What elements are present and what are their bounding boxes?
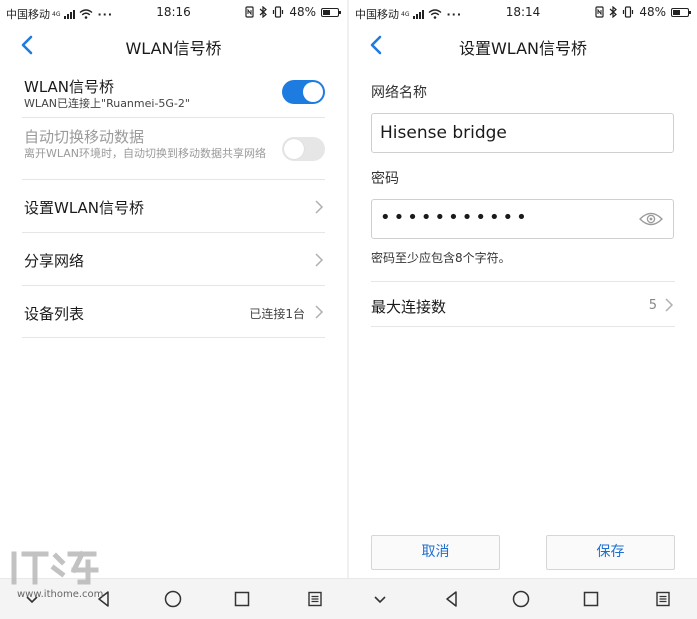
password-value: •••••••••••	[380, 207, 530, 228]
network-name-label: 网络名称	[371, 85, 427, 101]
device-list-row[interactable]: 设备列表 已连接1台	[22, 286, 325, 338]
wlan-bridge-switch[interactable]	[282, 80, 325, 104]
eye-icon[interactable]	[639, 211, 663, 227]
row-sublabel: 离开WLAN环境时，自动切换到移动数据共享网络	[24, 147, 267, 160]
wlan-bridge-toggle-row[interactable]: WLAN信号桥 WLAN已连接上"Ruanmei-5G-2"	[22, 72, 325, 118]
nav-down-icon[interactable]	[370, 589, 390, 609]
row-sublabel: WLAN已连接上"Ruanmei-5G-2"	[24, 97, 190, 110]
password-hint: 密码至少应包含8个字符。	[371, 251, 511, 265]
max-connections-value: 5	[648, 298, 657, 313]
status-right: 48%	[595, 5, 691, 19]
page-title: 设置WLAN信号桥	[458, 39, 588, 58]
battery-fill	[323, 9, 330, 15]
row-label: 分享网络	[24, 252, 85, 270]
switch-knob	[303, 82, 323, 102]
battery-percent: 48%	[639, 5, 666, 19]
bluetooth-icon	[609, 6, 618, 18]
row-label: 自动切换移动数据	[24, 128, 145, 146]
wlan-bridge-screen: 中国移动 4G ··· 18:16 48% WLAN信号桥 WLAN信号桥 WL…	[0, 0, 347, 578]
setup-wlan-bridge-screen: 中国移动 4G ··· 18:14 48% 设置WLAN信号桥 网络名称 His…	[349, 0, 697, 578]
battery-icon	[671, 7, 691, 17]
network-name-field[interactable]: Hisense bridge	[371, 113, 674, 153]
save-button[interactable]: 保存	[546, 535, 675, 570]
setup-wlan-bridge-row[interactable]: 设置WLAN信号桥	[22, 180, 325, 233]
nav-menu-icon[interactable]	[653, 589, 673, 609]
battery-percent: 48%	[289, 5, 316, 19]
auto-switch-switch	[282, 137, 325, 161]
chevron-right-icon	[315, 200, 324, 214]
bluetooth-icon	[259, 6, 268, 18]
cancel-button[interactable]: 取消	[371, 535, 500, 570]
nfc-icon	[245, 6, 254, 18]
nfc-icon	[595, 6, 604, 18]
share-network-row[interactable]: 分享网络	[22, 233, 325, 286]
status-bar: 中国移动 4G ··· 18:16 48%	[0, 0, 347, 26]
auto-switch-mobile-data-row: 自动切换移动数据 离开WLAN环境时，自动切换到移动数据共享网络	[22, 118, 325, 180]
row-label: WLAN信号桥	[24, 78, 115, 96]
status-bar: 中国移动 4G ··· 18:14 48%	[349, 0, 697, 26]
network-name-value: Hisense bridge	[380, 123, 507, 143]
ithome-watermark-logo	[11, 550, 99, 585]
vibrate-icon	[273, 6, 284, 18]
max-connections-label: 最大连接数	[371, 298, 447, 316]
password-label: 密码	[371, 171, 399, 187]
system-nav-bar	[0, 578, 697, 619]
title-bar: 设置WLAN信号桥	[349, 26, 697, 64]
password-field[interactable]: •••••••••••	[371, 199, 674, 239]
row-label: 设备列表	[24, 305, 85, 323]
nav-recents-icon[interactable]	[581, 589, 601, 609]
nav-home-icon[interactable]	[163, 589, 183, 609]
switch-knob	[284, 139, 304, 159]
page-title: WLAN信号桥	[125, 39, 222, 58]
title-bar: WLAN信号桥	[0, 26, 347, 64]
nav-home-icon[interactable]	[511, 589, 531, 609]
nav-recents-icon[interactable]	[232, 589, 252, 609]
connected-count: 已连接1台	[249, 307, 305, 321]
vibrate-icon	[623, 6, 634, 18]
status-right: 48%	[245, 5, 341, 19]
row-label: 设置WLAN信号桥	[24, 199, 145, 217]
watermark-url: www.ithome.com	[17, 589, 104, 600]
chevron-right-icon	[315, 253, 324, 267]
battery-fill	[673, 9, 680, 15]
battery-icon	[321, 7, 341, 17]
nav-menu-icon[interactable]	[305, 589, 325, 609]
chevron-right-icon	[315, 305, 324, 319]
max-connections-row[interactable]: 最大连接数 5	[371, 281, 675, 327]
chevron-right-icon	[665, 298, 674, 312]
nav-back-icon[interactable]	[442, 589, 462, 609]
